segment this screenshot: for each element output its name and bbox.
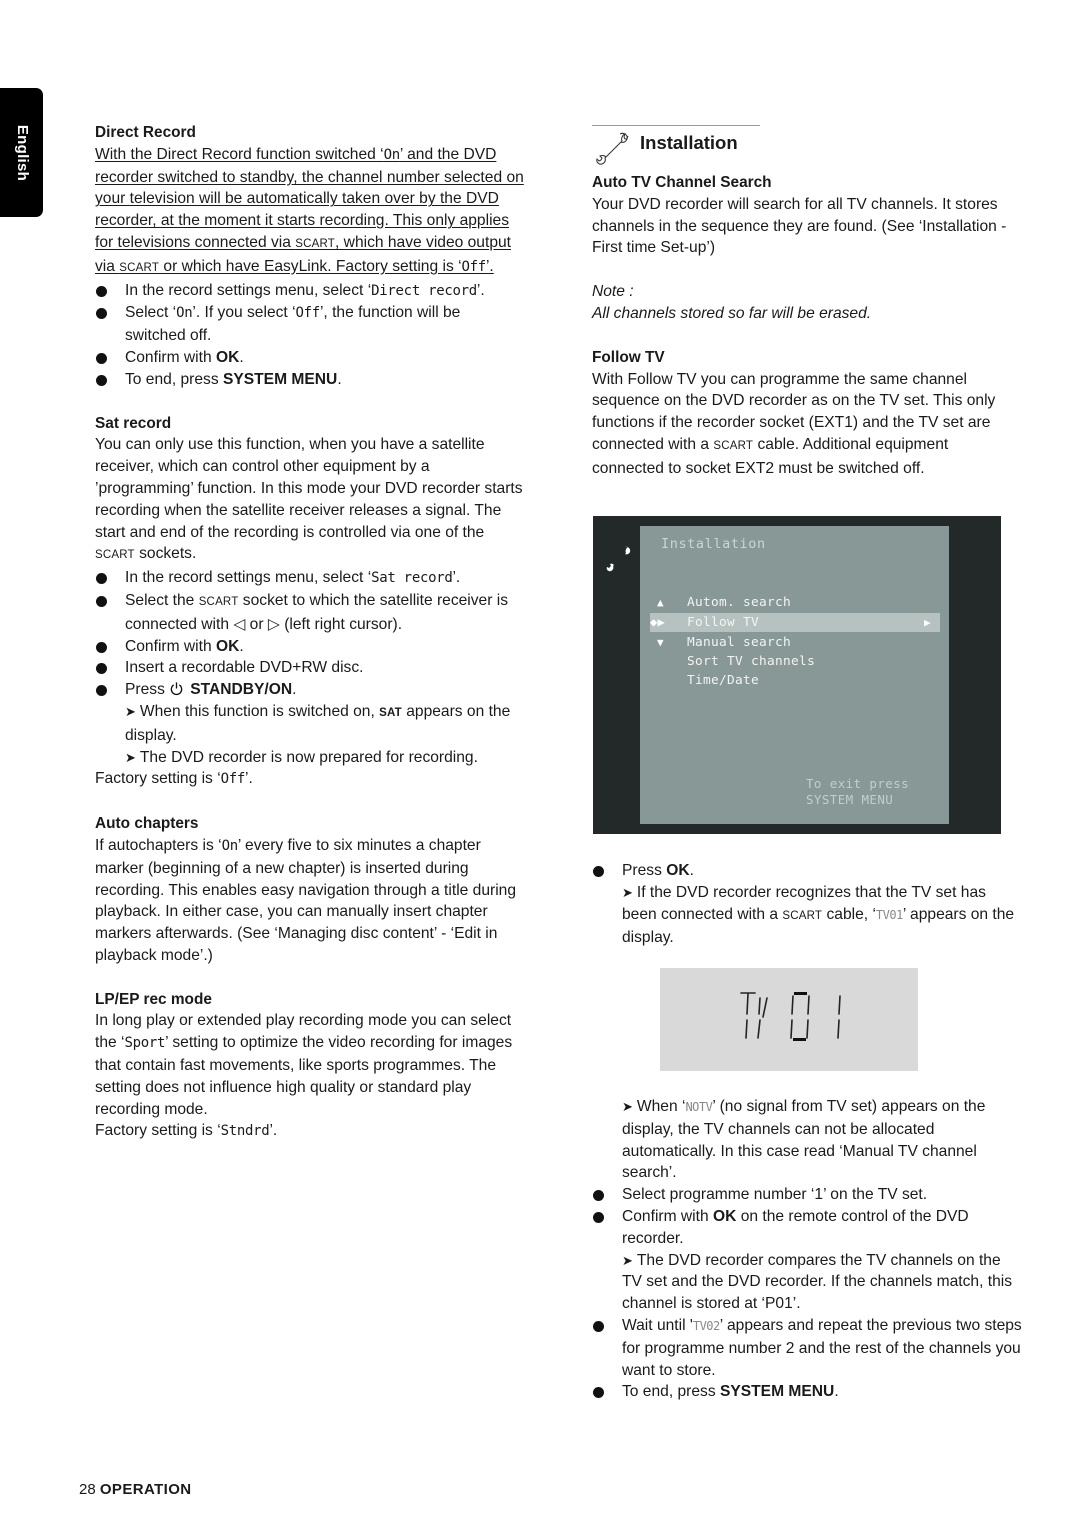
- osd-menu-screen: Installation ▲ Autom. search ◆▶ Follow T…: [593, 516, 1001, 834]
- list-item: Wait until 'TV02’ appears and repeat the…: [592, 1315, 1022, 1381]
- sat-record-heading: Sat record: [95, 414, 172, 432]
- osd-item-time-date[interactable]: Time/Date: [640, 671, 940, 690]
- direct-record-steps: In the record settings menu, select ‘Dir…: [95, 280, 525, 391]
- arrow-icon: ➤: [125, 703, 136, 719]
- sat-result-1: ➤ When this function is switched on, SAT …: [125, 702, 511, 744]
- step-result-1: ➤ If the DVD recorder recognizes that the…: [622, 883, 1015, 947]
- steps-part-2: ➤ When ‘NOTV’ (no signal from TV set) app…: [592, 1096, 1022, 1403]
- language-tab: English: [0, 88, 43, 217]
- note-text: All channels stored so far will be erase…: [592, 304, 872, 322]
- list-item: Press OK.: [592, 860, 1022, 882]
- list-item: Confirm with OK.: [95, 636, 525, 658]
- follow-tv-section: Follow TV With Follow TV you can program…: [592, 347, 1022, 480]
- list-item: Select programme number ‘1’ on the TV se…: [592, 1184, 1022, 1206]
- list-item: To end, press SYSTEM MENU.: [592, 1381, 1022, 1403]
- left-column: Direct Record With the Direct Record fun…: [95, 122, 525, 1143]
- up-triangle-icon: ▲: [657, 596, 664, 609]
- follow-tv-text: With Follow TV you can programme the sam…: [592, 370, 996, 477]
- lcd-segments: [740, 992, 841, 1041]
- note-label: Note :: [592, 283, 634, 301]
- arrow-icon: ➤: [622, 1252, 633, 1268]
- list-item: Insert a recordable DVD+RW disc.: [95, 657, 525, 679]
- power-icon: [169, 681, 190, 698]
- auto-chapters-heading: Auto chapters: [95, 815, 199, 833]
- lp-ep-heading: LP/EP rec mode: [95, 990, 212, 1008]
- wrench-icon: [596, 132, 629, 165]
- arrow-icon: ➤: [125, 749, 136, 765]
- direct-record-intro: With the Direct Record function switched…: [95, 145, 524, 275]
- list-item: Confirm with OK on the remote control of…: [592, 1206, 1022, 1250]
- sat-record-intro: You can only use this function, when you…: [95, 436, 523, 563]
- front-display-lcd: TV 01: [660, 968, 918, 1071]
- wrench-icon: [606, 546, 631, 572]
- osd-item-manual-search[interactable]: ▼ Manual search: [640, 633, 940, 652]
- list-item: Select ‘On’. If you select ‘Off’, the fu…: [95, 302, 525, 347]
- auto-tv-heading: Auto TV Channel Search: [592, 174, 772, 191]
- footer-section: OPERATION: [99, 1481, 192, 1498]
- direct-record-section: Direct Record With the Direct Record fun…: [95, 122, 525, 391]
- steps-part-1: Press OK. ➤ If the DVD recorder recognize…: [592, 860, 1022, 949]
- sat-record-section: Sat record You can only use this functio…: [95, 413, 525, 792]
- section-rule: [592, 125, 760, 126]
- arrow-icon: ➤: [622, 884, 633, 900]
- sat-result-2: ➤ The DVD recorder is now prepared for re…: [125, 748, 478, 766]
- list-item: In the record settings menu, select ‘Sat…: [95, 567, 525, 590]
- auto-tv-text: Your DVD recorder will search for all TV…: [592, 195, 1007, 257]
- osd-item-sort-tv-channels[interactable]: Sort TV channels: [640, 652, 940, 671]
- list-item: Confirm with OK.: [95, 347, 525, 369]
- step-result-2: ➤ When ‘NOTV’ (no signal from TV set) app…: [622, 1098, 986, 1182]
- osd-item-follow-tv[interactable]: ◆▶ Follow TV ▶: [650, 613, 940, 632]
- osd-title: Installation: [661, 536, 766, 552]
- auto-chapters-text: If autochapters is ‘On’ every five to si…: [95, 836, 517, 964]
- right-column: Auto TV Channel Search Your DVD recorder…: [592, 172, 1022, 480]
- installation-section-title: Installation: [592, 128, 738, 168]
- osd-exit-hint: To exit press SYSTEM MENU: [806, 776, 910, 807]
- page-number: 28: [79, 1481, 96, 1498]
- lp-ep-section: LP/EP rec mode In long play or extended …: [95, 989, 525, 1144]
- lp-ep-text: In long play or extended play recording …: [95, 1012, 513, 1118]
- page-footer: 28 OPERATION: [79, 1479, 192, 1501]
- auto-tv-section: Auto TV Channel Search Your DVD recorder…: [592, 172, 1022, 325]
- arrow-icon: ➤: [622, 1099, 633, 1114]
- down-triangle-icon: ▼: [657, 636, 664, 649]
- list-item: Press STANDBY/ON.: [95, 679, 525, 701]
- osd-item-autom-search[interactable]: ▲ Autom. search: [640, 593, 940, 612]
- follow-tv-heading: Follow TV: [592, 348, 665, 366]
- osd-panel: Installation ▲ Autom. search ◆▶ Follow T…: [640, 526, 949, 824]
- list-item: Select the SCART socket to which the sat…: [95, 590, 525, 636]
- navigate-icon: ◆▶: [650, 615, 666, 629]
- lp-ep-factory-setting: Factory setting is ‘Stndrd’.: [95, 1122, 278, 1140]
- list-item: In the record settings menu, select ‘Dir…: [95, 280, 525, 303]
- step-result-3: ➤ The DVD recorder compares the TV channe…: [622, 1251, 1013, 1313]
- language-label: English: [13, 124, 31, 181]
- auto-chapters-section: Auto chapters If autochapters is ‘On’ ev…: [95, 813, 525, 967]
- sat-record-steps: In the record settings menu, select ‘Sat…: [95, 567, 525, 701]
- chevron-right-icon: ▶: [924, 616, 931, 629]
- sat-factory-setting: Factory setting is ‘Off’.: [95, 770, 253, 788]
- direct-record-heading: Direct Record: [95, 124, 196, 141]
- list-item: To end, press SYSTEM MENU.: [95, 369, 525, 391]
